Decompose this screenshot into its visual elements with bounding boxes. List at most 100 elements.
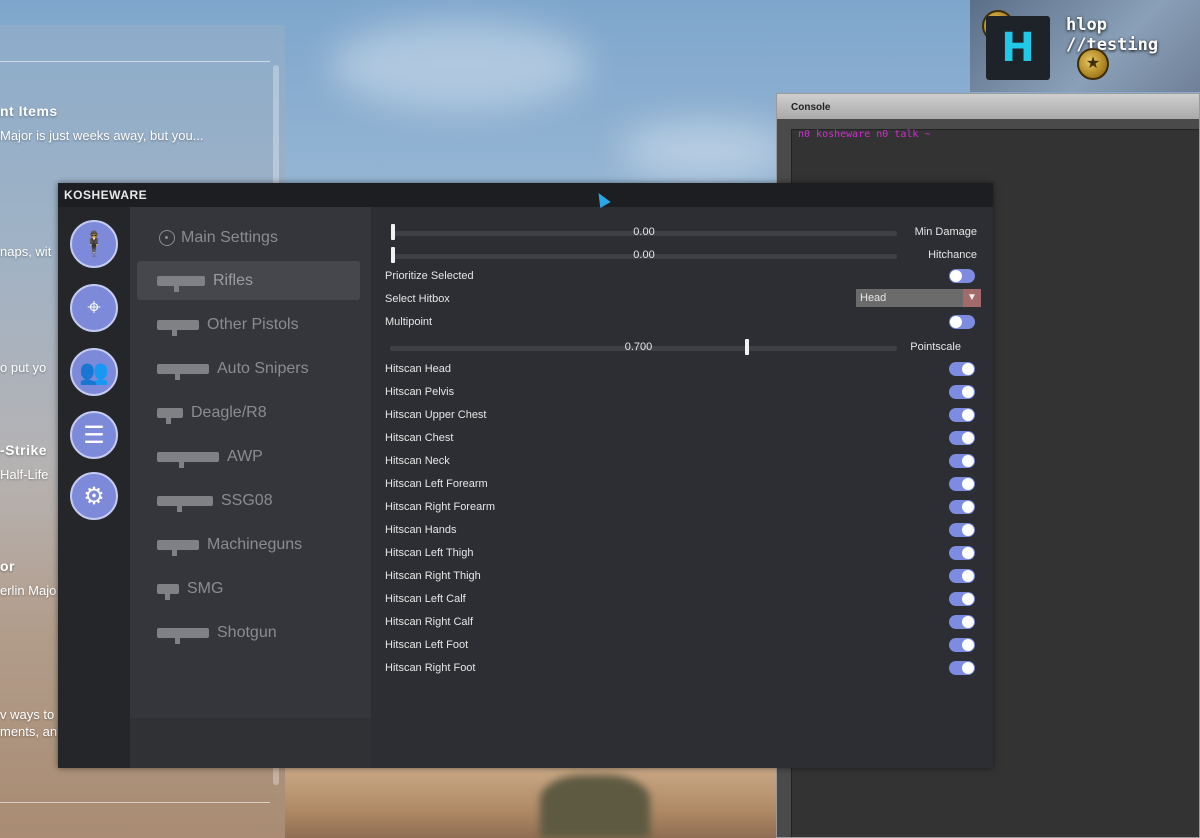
hitscan-toggle[interactable] [949,546,975,560]
tab-legit[interactable]: 🕴 [70,220,118,268]
hitscan-label: Hitscan Right Forearm [385,501,496,513]
hitscan-label: Hitscan Left Calf [385,593,466,605]
shotgun-icon [157,627,209,644]
hitscan-label: Hitscan Neck [385,455,450,467]
rank-medal-icon [1077,48,1109,80]
weapon-label: SSG08 [221,491,273,509]
crosshair-icon [159,229,175,246]
toggle-knob [962,478,974,490]
toggle-knob [962,363,974,375]
hitscan-toggle[interactable] [949,523,975,537]
menu-header[interactable]: KOSHEWARE [58,183,993,207]
toggle-knob [962,570,974,582]
weapon-label: Shotgun [217,623,277,641]
hitscan-toggle[interactable] [949,362,975,376]
toggle-knob [962,639,974,651]
profile-panel: H hlop //testing [970,0,1200,92]
news-divider [0,61,270,62]
tab-rage[interactable]: ⌖ [70,284,118,332]
avatar[interactable]: H [986,16,1050,80]
hitscan-label: Hitscan Left Thigh [385,547,474,559]
min-damage-row: 0.00 Min Damage [385,222,977,242]
hitscan-row: Hitscan Left Calf [385,589,975,609]
weapon-label: Deagle/R8 [191,403,267,421]
weapon-label: Other Pistols [207,315,299,333]
hitscan-toggle[interactable] [949,408,975,422]
weapon-item-smg[interactable]: SMG [137,569,360,608]
weapon-item-awp[interactable]: AWP [137,437,360,476]
select-hitbox-row: Select Hitbox Head ▼ [385,289,981,309]
hitscan-row: Hitscan Left Thigh [385,543,975,563]
hitchance-slider[interactable]: 0.00 [391,247,897,263]
multipoint-toggle[interactable] [949,315,975,329]
deagle-icon [157,407,183,424]
hitscan-label: Hitscan Right Foot [385,662,476,674]
smg-icon [157,583,179,600]
hitchance-row: 0.00 Hitchance [385,245,977,265]
hitscan-toggle[interactable] [949,569,975,583]
ssg08-icon [157,495,213,512]
news-body: Major is just weeks away, but you... [0,128,204,143]
weapon-item-shotgun[interactable]: Shotgun [137,613,360,652]
hitscan-toggle[interactable] [949,638,975,652]
min-damage-slider[interactable]: 0.00 [391,224,897,240]
weapon-item-deagle[interactable]: Deagle/R8 [137,393,360,432]
hitscan-label: Hitscan Head [385,363,452,375]
hitbox-select[interactable]: Head ▼ [856,289,981,307]
pointscale-value: 0.700 [624,341,653,353]
toggle-knob [950,316,962,328]
weapon-item-main-settings[interactable]: Main Settings [137,218,360,257]
map-bush [540,775,650,838]
news-title[interactable]: -Strike [0,442,47,458]
hitscan-toggle[interactable] [949,385,975,399]
weapon-item-machineguns[interactable]: Machineguns [137,525,360,564]
soldier-icon: 🕴 [79,230,109,258]
hitscan-toggle[interactable] [949,592,975,606]
hitscan-row: Hitscan Head [385,359,975,379]
weapon-item-rifles[interactable]: Rifles [137,261,360,300]
min-damage-value: 0.00 [633,226,655,238]
weapon-item-other-pistols[interactable]: Other Pistols [137,305,360,344]
hitbox-select-value: Head [860,292,887,304]
hitchance-label: Hitchance [928,249,977,261]
news-title[interactable]: nt Items [0,103,58,119]
console-title[interactable]: Console [777,94,1199,119]
gears-icon: ⚙ [83,482,105,510]
prioritize-selected-toggle[interactable] [949,269,975,283]
pointscale-slider[interactable]: 0.700 [390,339,897,355]
menu-brand: KOSHEWARE [64,188,148,202]
hitscan-toggle[interactable] [949,661,975,675]
toggle-knob [962,662,974,674]
hitscan-toggle[interactable] [949,500,975,514]
select-hitbox-label: Select Hitbox [385,293,450,305]
weapon-item-auto-snipers[interactable]: Auto Snipers [137,349,360,388]
news-body: v ways to [0,707,55,722]
tab-settings[interactable]: ⚙ [70,472,118,520]
news-body: naps, wit [0,244,52,259]
tab-misc[interactable]: ☰ [70,411,118,459]
hitscan-toggle[interactable] [949,615,975,629]
hitscan-toggle[interactable] [949,431,975,445]
multipoint-label: Multipoint [385,316,433,328]
hitscan-row: Hitscan Right Thigh [385,566,975,586]
hitscan-toggle[interactable] [949,477,975,491]
map-ground [285,768,785,838]
toggle-knob [962,409,974,421]
tab-visuals[interactable]: 👥 [70,348,118,396]
cheat-menu-window: KOSHEWARE 🕴 ⌖ 👥 ☰ ⚙ Main Settings Rifles… [58,183,993,768]
hitscan-row: Hitscan Chest [385,428,975,448]
weapon-item-ssg08[interactable]: SSG08 [137,481,360,520]
hitscan-toggle[interactable] [949,454,975,468]
toggle-knob [962,501,974,513]
dropdown-arrow-icon[interactable]: ▼ [963,289,981,307]
toggle-knob [962,432,974,444]
pistol-icon [157,319,199,336]
news-title[interactable]: or [0,558,15,574]
hitscan-label: Hitscan Pelvis [385,386,455,398]
news-body: erlin Majo [0,583,57,598]
hitscan-label: Hitscan Right Calf [385,616,474,628]
news-divider [0,802,270,803]
hitscan-label: Hitscan Left Forearm [385,478,488,490]
news-body: ments, an [0,724,58,739]
awp-icon [157,451,219,468]
